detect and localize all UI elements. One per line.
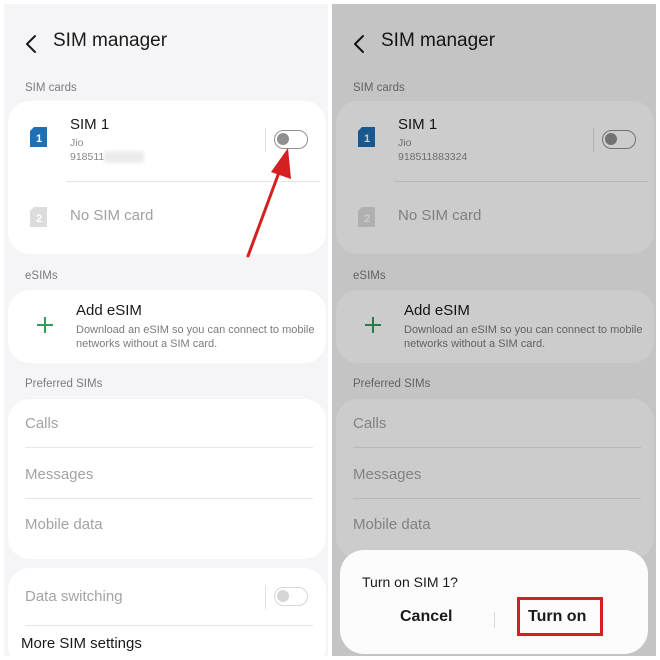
sim-card-icon: 2 <box>30 207 47 227</box>
sim-cards-card: 1 SIM 1 Jio 918511 2 No SIM card <box>8 101 326 254</box>
sim1-name[interactable]: SIM 1 <box>70 116 109 133</box>
data-switching-label: Data switching <box>25 588 123 605</box>
preferred-mobile-data[interactable]: Mobile data <box>25 516 103 533</box>
data-switching-toggle[interactable] <box>274 587 308 606</box>
page-title: SIM manager <box>53 30 168 51</box>
back-arrow-icon[interactable] <box>22 32 42 56</box>
sim-slot-number: 1 <box>36 133 42 145</box>
turn-on-sim-dialog: Turn on SIM 1? Cancel Turn on <box>340 550 648 654</box>
preferred-sims-card: Calls Messages Mobile data <box>8 399 326 559</box>
more-sim-settings[interactable]: More SIM settings <box>21 635 142 652</box>
sim1-carrier: Jio <box>70 137 84 149</box>
dialog-title: Turn on SIM 1? <box>362 574 458 590</box>
sim-card-icon: 1 <box>30 127 47 147</box>
sim-slot-number: 2 <box>36 213 42 225</box>
plus-icon <box>37 317 53 333</box>
section-label-esims: eSIMs <box>25 270 58 282</box>
header: SIM manager <box>4 26 328 62</box>
preferred-calls[interactable]: Calls <box>25 415 58 432</box>
add-esim-title: Add eSIM <box>76 302 142 319</box>
cancel-button[interactable]: Cancel <box>400 608 452 626</box>
sim1-toggle[interactable] <box>274 130 308 149</box>
sim1-number: 918511 <box>70 151 145 164</box>
dialog-button-divider <box>494 612 495 628</box>
redacted-number <box>104 151 145 164</box>
divider <box>25 625 313 626</box>
divider <box>25 447 313 448</box>
annotation-highlight-box <box>517 597 603 636</box>
section-label-preferred-sims: Preferred SIMs <box>25 378 103 390</box>
section-label-sim-cards: SIM cards <box>25 82 77 94</box>
divider <box>25 498 313 499</box>
sim2-label: No SIM card <box>70 207 154 224</box>
vertical-divider <box>265 585 266 609</box>
add-esim-description: Download an eSIM so you can connect to m… <box>76 324 315 350</box>
vertical-divider <box>265 128 266 152</box>
sim1-number-partial: 918511 <box>70 151 105 163</box>
divider <box>66 181 320 182</box>
sim-manager-screen-right: SIM manager SIM cards 1 SIM 1 Jio 918511… <box>332 4 656 656</box>
sim-manager-screen-left: SIM manager SIM cards 1 SIM 1 Jio 918511… <box>4 4 328 656</box>
preferred-messages[interactable]: Messages <box>25 466 93 483</box>
add-esim-item[interactable]: Add eSIM Download an eSIM so you can con… <box>8 290 326 363</box>
